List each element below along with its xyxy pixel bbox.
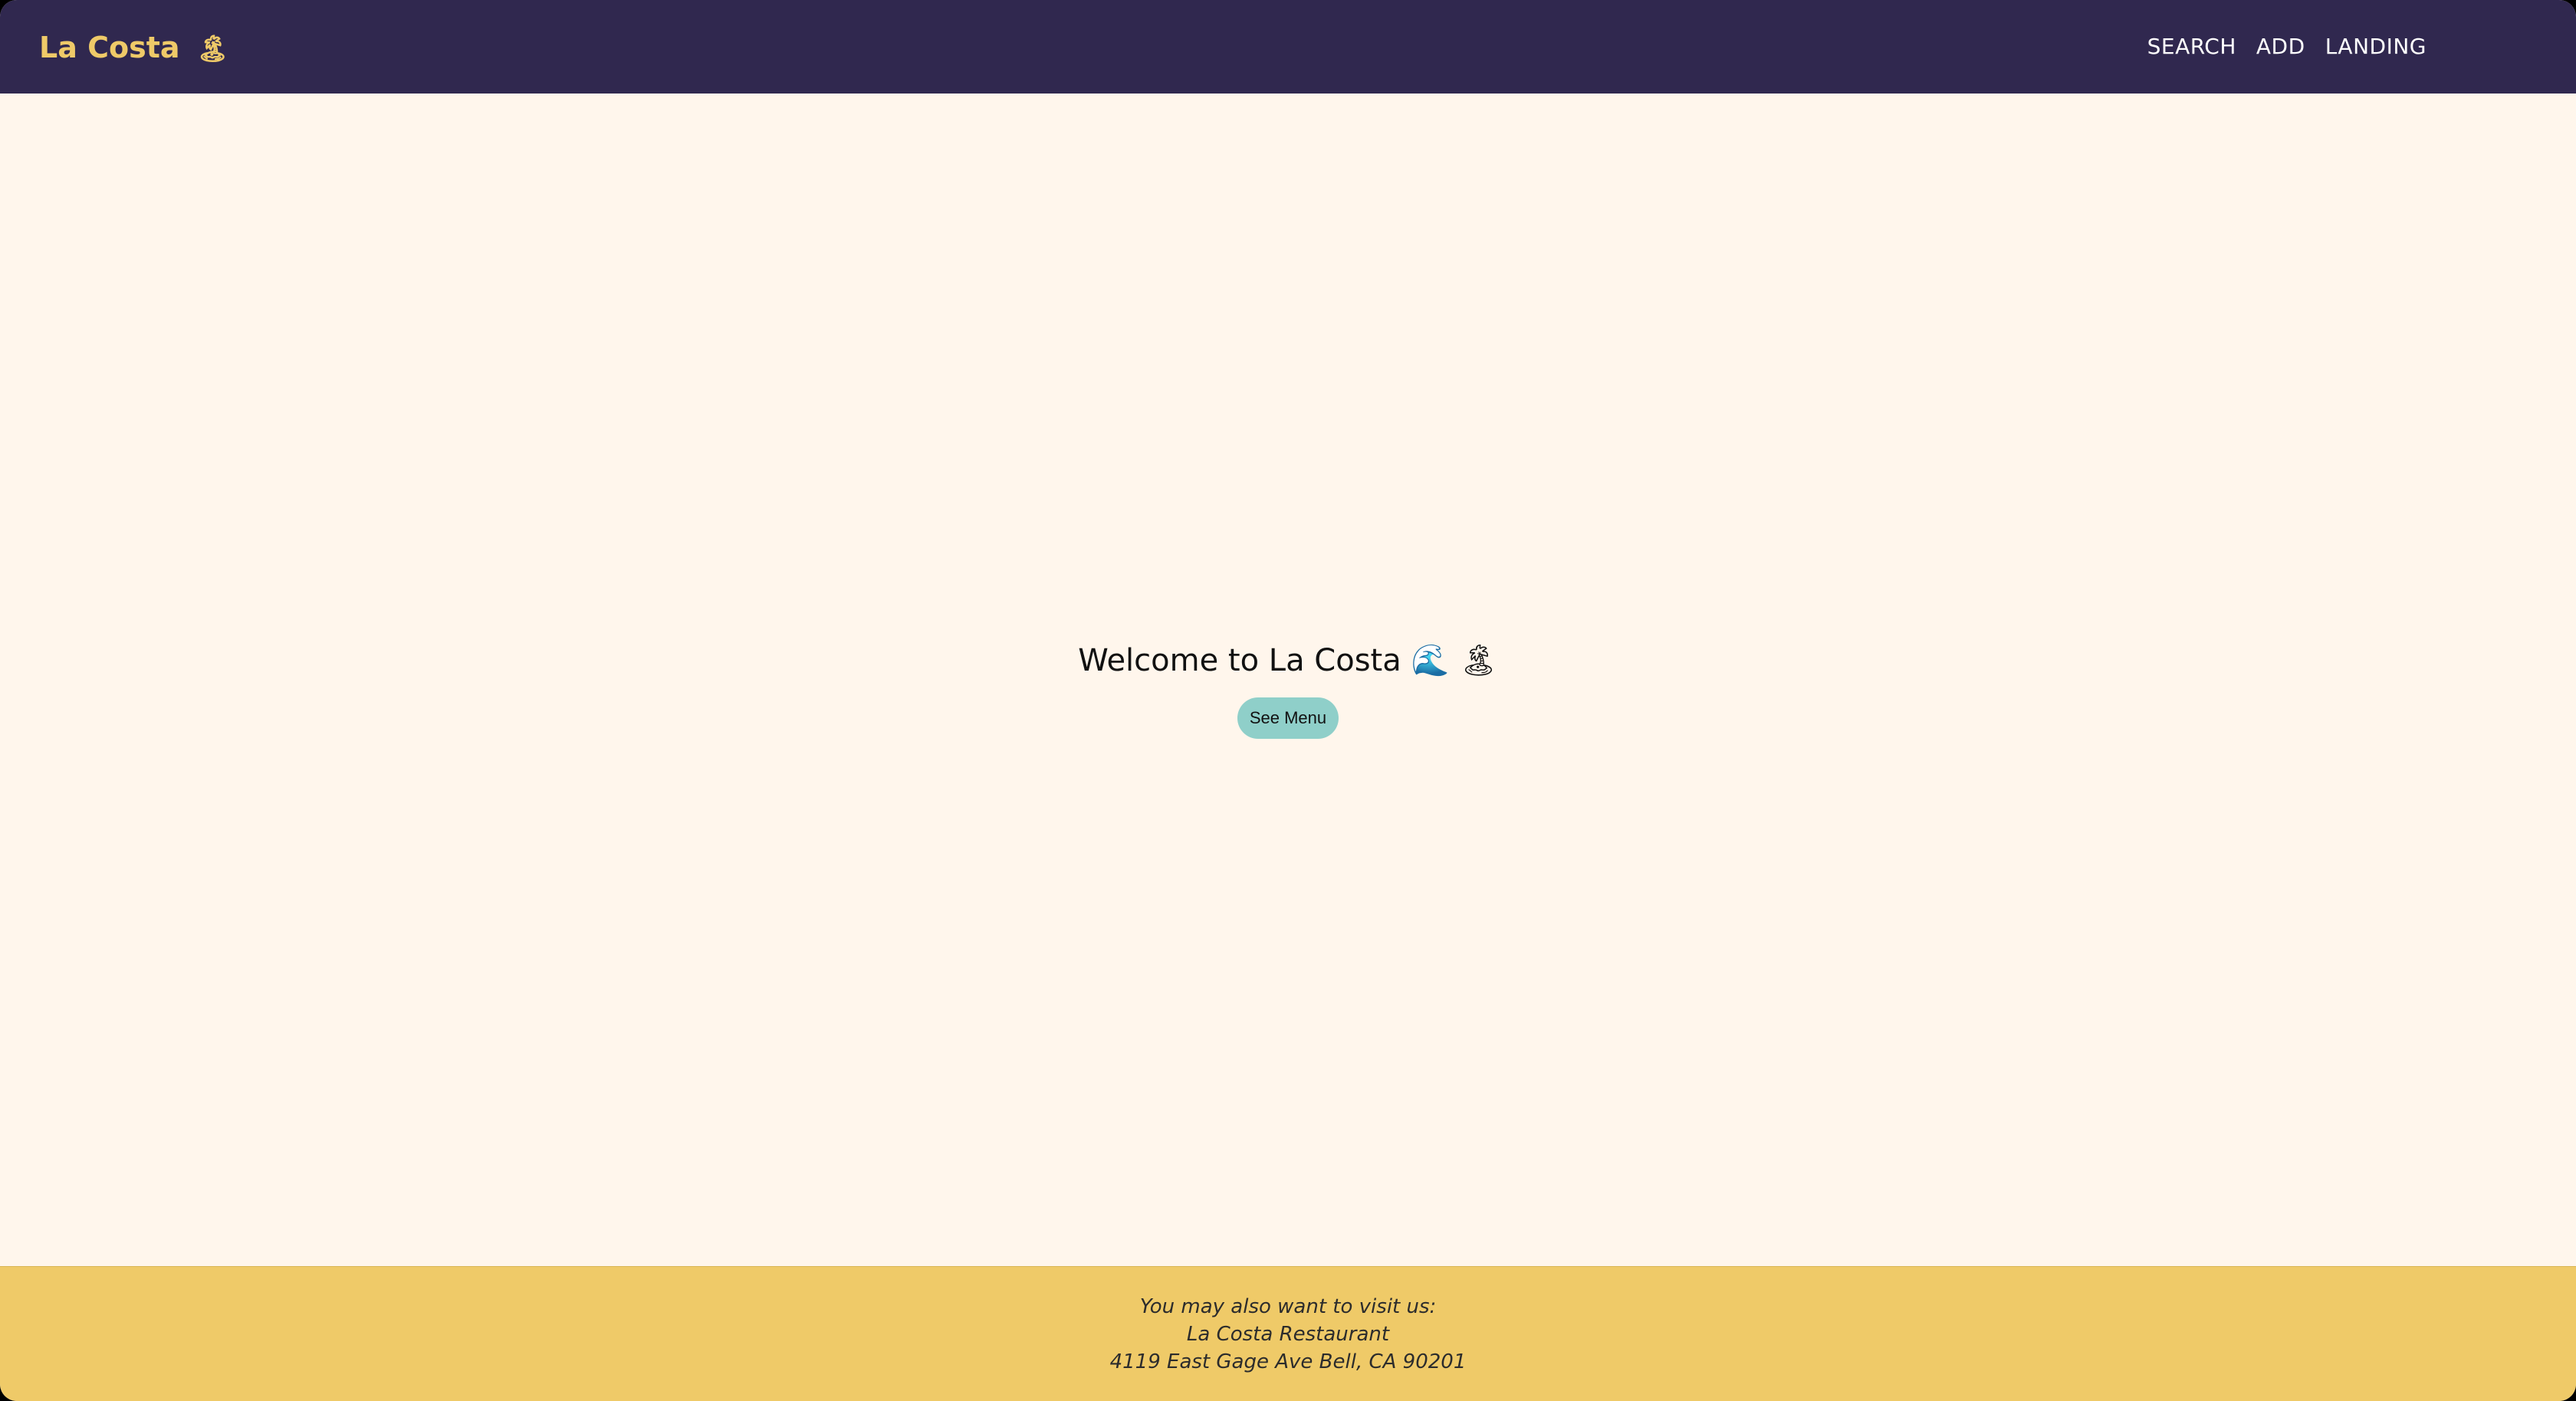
browser-viewport: La Costa 🏝 SEARCH ADD LANDING Welcome to… bbox=[0, 0, 2576, 1401]
see-menu-button[interactable]: See Menu bbox=[1237, 697, 1339, 739]
welcome-heading: Welcome to La Costa 🌊 🏝 bbox=[1078, 643, 1498, 678]
brand-logo-link[interactable]: La Costa 🏝 bbox=[39, 23, 229, 72]
footer-restaurant-name: La Costa Restaurant bbox=[1186, 1323, 1390, 1346]
island-icon: 🏝 bbox=[196, 34, 229, 64]
footer-address: 4119 East Gage Ave Bell, CA 90201 bbox=[1109, 1350, 1467, 1373]
footer-text: You may also want to visit us: La Costa … bbox=[0, 1267, 2576, 1376]
nav-links: SEARCH ADD LANDING bbox=[2147, 23, 2426, 69]
brand-name: La Costa bbox=[39, 31, 180, 64]
nav-link-add[interactable]: ADD bbox=[2256, 34, 2305, 59]
top-navbar: La Costa 🏝 SEARCH ADD LANDING bbox=[0, 0, 2576, 94]
footer: You may also want to visit us: La Costa … bbox=[0, 1266, 2576, 1401]
nav-link-landing[interactable]: LANDING bbox=[2325, 34, 2426, 59]
footer-invite-text: You may also want to visit us: bbox=[1139, 1295, 1437, 1318]
nav-link-search[interactable]: SEARCH bbox=[2147, 34, 2236, 59]
welcome-section: Welcome to La Costa 🌊 🏝 See Menu bbox=[0, 639, 2576, 739]
main-content: Welcome to La Costa 🌊 🏝 See Menu bbox=[0, 94, 2576, 1266]
